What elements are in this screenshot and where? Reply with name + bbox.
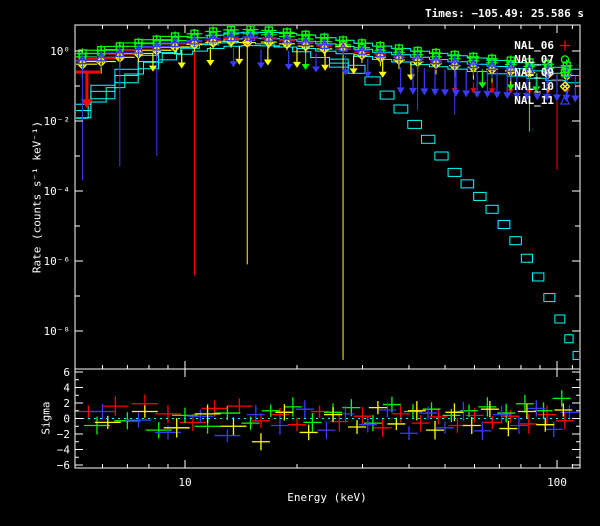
spectrum-panel-data [68, 25, 585, 360]
legend-label-nal10: NAL_10 [514, 80, 554, 93]
legend-item-nal11: NAL_11 [514, 93, 573, 107]
svg-text:2: 2 [63, 397, 70, 410]
legend-label-nal06: NAL_06 [514, 39, 554, 52]
plus-marker-icon [557, 39, 573, 52]
plot-title: Times: −105.49: 25.586 s [425, 7, 584, 20]
legend-item-nal10: NAL_10 [514, 80, 573, 94]
svg-text:10⁻⁸: 10⁻⁸ [44, 325, 71, 338]
svg-text:−2: −2 [57, 428, 70, 441]
triangle-marker-icon [557, 94, 573, 107]
svg-text:10: 10 [178, 476, 191, 489]
circle-marker-icon [557, 53, 573, 66]
residuals-NAL_10 [95, 401, 573, 450]
energy-axis-label: Energy (keV) [287, 491, 366, 504]
spectral-fit-window: 10 100 10⁰ 10⁻² 10⁻⁴ 10⁻⁶ 10⁻⁸ 6 4 2 0 −2 −4 −6 Times… [0, 0, 600, 526]
svg-text:0: 0 [63, 413, 70, 426]
legend-label-nal07: NAL_07 [514, 53, 554, 66]
legend-label-nal09: NAL_09 [514, 66, 554, 79]
svg-text:10⁰: 10⁰ [50, 45, 70, 58]
legend-item-nal09: NAL_09 [514, 66, 573, 80]
rate-axis-label: Rate (counts s⁻¹ keV⁻¹) [31, 121, 44, 273]
series-NAL_11 [68, 32, 580, 180]
legend-item-nal07: NAL_07 [514, 53, 573, 67]
svg-text:−4: −4 [57, 444, 71, 457]
svg-text:10⁻²: 10⁻² [44, 115, 71, 128]
legend-item-nal06: NAL_06 [514, 39, 573, 53]
svg-text:6: 6 [63, 366, 70, 379]
legend-label-nal11: NAL_11 [514, 94, 554, 107]
svg-text:4: 4 [63, 382, 70, 395]
detector-legend: NAL_06 NAL_07 NAL_09 NAL_10 NAL_11 [514, 39, 573, 107]
residuals-panel-data [75, 390, 579, 450]
svg-text:10⁻⁶: 10⁻⁶ [44, 255, 71, 268]
svg-text:10⁻⁴: 10⁻⁴ [44, 185, 71, 198]
svg-text:100: 100 [547, 476, 567, 489]
boxplus-marker-icon [557, 66, 573, 79]
spectrum-plot-canvas: 10 100 10⁰ 10⁻² 10⁻⁴ 10⁻⁶ 10⁻⁸ 6 4 2 0 −2 −4 −6 [0, 0, 600, 526]
sigma-axis-label: Sigma [40, 401, 53, 434]
svg-text:−6: −6 [57, 459, 70, 472]
diamondx-marker-icon [557, 80, 573, 93]
